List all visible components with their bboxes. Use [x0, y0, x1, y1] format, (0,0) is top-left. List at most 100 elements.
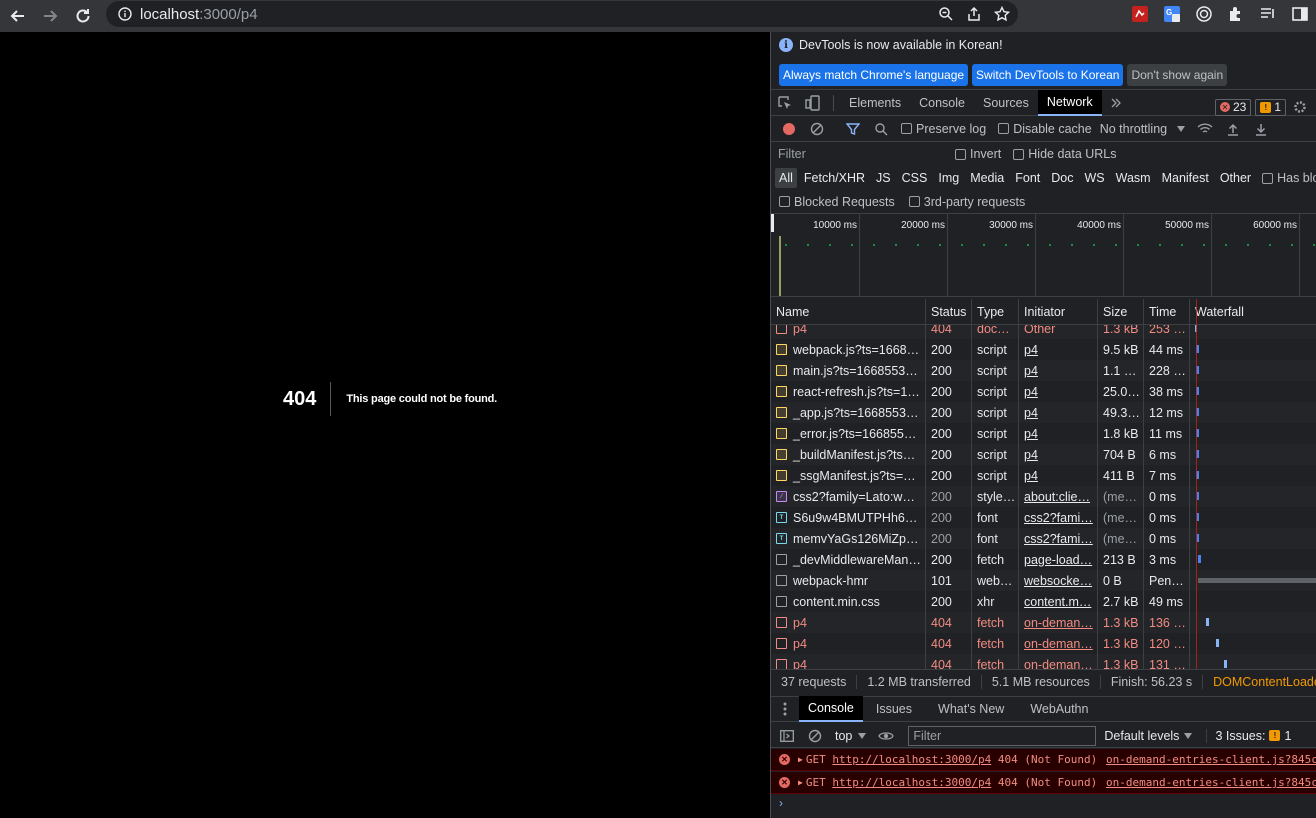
cell-name[interactable]: p4 — [771, 654, 926, 669]
cell-name[interactable]: content.min.css — [771, 591, 926, 612]
initiator-link[interactable]: p4 — [1024, 448, 1038, 462]
col-initiator[interactable]: Initiator — [1019, 299, 1098, 324]
cell-name[interactable]: _app.js?ts=1668553… — [771, 402, 926, 423]
cell-initiator[interactable]: on-deman… — [1019, 633, 1098, 654]
extension-1[interactable] — [1128, 2, 1152, 26]
table-row[interactable]: T S6u9w4BMUTPHh6… 200 font css2?fami… (me… 0 m… — [771, 507, 1316, 528]
initiator-link[interactable]: on-deman… — [1024, 637, 1093, 651]
initiator-link[interactable]: p4 — [1024, 385, 1038, 399]
checkbox-box[interactable] — [955, 148, 966, 160]
console-sidebar-button[interactable] — [773, 723, 801, 749]
console-filter-input[interactable]: Filter — [908, 725, 1097, 746]
checkbox-box[interactable] — [908, 196, 920, 207]
cell-initiator[interactable]: page-load… — [1019, 549, 1098, 570]
type-fetch-xhr[interactable]: Fetch/XHR — [800, 168, 869, 188]
bookmark-button[interactable] — [990, 2, 1014, 26]
checkbox-box[interactable] — [1013, 148, 1025, 160]
table-row[interactable]: p4 404 fetch on-deman… 1.3 kB 131 … — [771, 654, 1316, 669]
cell-initiator[interactable]: css2?fami… — [1019, 528, 1098, 549]
cell-name[interactable]: _error.js?ts=166855… — [771, 423, 926, 444]
forward-button[interactable] — [34, 0, 66, 32]
initiator-link[interactable]: on-deman… — [1024, 616, 1093, 630]
network-filter-input[interactable]: Filter — [773, 144, 941, 164]
expand-triangle-icon[interactable]: ▶ — [798, 755, 803, 764]
network-conditions-button[interactable] — [1191, 116, 1219, 142]
record-button[interactable] — [775, 116, 803, 142]
type-media[interactable]: Media — [966, 168, 1008, 188]
type-doc[interactable]: Doc — [1047, 168, 1077, 188]
drawer-tab-whats-new[interactable]: What's New — [925, 696, 1017, 722]
initiator-link[interactable]: on-deman… — [1024, 658, 1093, 670]
tab-console[interactable]: Console — [910, 90, 974, 116]
cell-name[interactable]: p4 — [771, 612, 926, 633]
col-size[interactable]: Size — [1098, 299, 1144, 324]
table-row[interactable]: TmemvYaGs126MiZp… 200 font css2?fami… (me… 0 … — [771, 528, 1316, 549]
warning-count-badge[interactable]: ! 1 — [1255, 98, 1287, 116]
col-time[interactable]: Time — [1144, 299, 1190, 324]
cell-initiator[interactable]: p4 — [1019, 360, 1098, 381]
cell-initiator[interactable]: p4 — [1019, 444, 1098, 465]
initiator-link[interactable]: p4 — [1024, 469, 1038, 483]
type-ws[interactable]: WS — [1080, 168, 1108, 188]
table-row[interactable]: main.js?ts=1668553… 200 script p4 1.1 … 228 … — [771, 360, 1316, 381]
cell-initiator[interactable]: p4 — [1019, 339, 1098, 360]
console-issues-button[interactable]: 3 Issues: ! 1 — [1206, 728, 1291, 743]
cell-name[interactable]: _buildManifest.js?ts… — [771, 444, 926, 465]
cell-initiator[interactable]: p4 — [1019, 381, 1098, 402]
drawer-tab-webauthn[interactable]: WebAuthn — [1017, 696, 1101, 722]
switch-korean-button[interactable]: Switch DevTools to Korean — [972, 64, 1124, 86]
console-error-message[interactable]: ✕ ▶ GET http://localhost:3000/p4 404 (No… — [771, 749, 1316, 771]
table-row[interactable]: p4 404 doc… Other 1.3 kB 253 … — [771, 325, 1316, 339]
table-row[interactable]: _error.js?ts=166855… 200 script p4 1.8 kB 11 … — [771, 423, 1316, 444]
type-all[interactable]: All — [775, 168, 797, 188]
more-tabs-button[interactable] — [1102, 90, 1130, 116]
console-clear-button[interactable] — [801, 723, 829, 749]
console-prompt[interactable]: › — [779, 796, 783, 810]
share-button[interactable] — [962, 2, 986, 26]
cell-name[interactable]: main.js?ts=1668553… — [771, 360, 926, 381]
cell-name[interactable]: ⁄ css2?family=Lato:w… — [771, 486, 926, 507]
inspect-element-button[interactable] — [771, 90, 799, 116]
cell-name[interactable]: webpack-hmr — [771, 570, 926, 591]
context-selector[interactable]: top — [835, 729, 867, 743]
import-har-button[interactable] — [1219, 116, 1247, 142]
hide-data-urls-checkbox[interactable]: Hide data URLs — [1013, 147, 1117, 161]
cell-initiator[interactable]: on-deman… — [1019, 612, 1098, 633]
zoom-button[interactable] — [934, 2, 958, 26]
table-row[interactable]: react-refresh.js?ts=1… 200 script p4 25.0… 38… — [771, 381, 1316, 402]
initiator-link[interactable]: content.m… — [1024, 595, 1091, 609]
initiator-link[interactable]: css2?fami… — [1024, 532, 1093, 546]
live-expression-button[interactable] — [872, 723, 900, 749]
has-blocked-cookies-checkbox[interactable]: Has block — [1262, 171, 1316, 185]
tab-elements[interactable]: Elements — [840, 90, 910, 116]
cell-name[interactable]: _ssgManifest.js?ts=… — [771, 465, 926, 486]
invert-checkbox[interactable]: Invert — [955, 147, 1001, 161]
cell-initiator[interactable]: content.m… — [1019, 591, 1098, 612]
log-url[interactable]: http://localhost:3000/p4 — [832, 776, 991, 789]
log-source-link[interactable]: on-demand-entries-client.js?845c — [1106, 753, 1316, 766]
initiator-link[interactable]: websocke… — [1024, 574, 1092, 588]
cell-name[interactable]: react-refresh.js?ts=1… — [771, 381, 926, 402]
translate-extension[interactable]: G — [1160, 2, 1184, 26]
search-button[interactable] — [867, 116, 895, 142]
cell-name[interactable]: _devMiddlewareMan… — [771, 549, 926, 570]
cell-name[interactable]: T S6u9w4BMUTPHh6… — [771, 507, 926, 528]
blocked-requests-checkbox[interactable]: Blocked Requests — [779, 195, 895, 209]
initiator-link[interactable]: p4 — [1024, 406, 1038, 420]
extensions-button[interactable] — [1224, 2, 1248, 26]
throttling-select[interactable]: No throttling — [1100, 122, 1186, 136]
cell-name[interactable]: p4 — [771, 325, 926, 339]
type-js[interactable]: JS — [872, 168, 895, 188]
table-row[interactable]: p4 404 fetch on-deman… 1.3 kB 136 … — [771, 612, 1316, 633]
table-row[interactable]: _buildManifest.js?ts… 200 script p4 704 B6 m… — [771, 444, 1316, 465]
type-other[interactable]: Other — [1216, 168, 1255, 188]
network-overview[interactable]: 10000 ms 20000 ms 30000 ms 40000 ms 5000… — [771, 214, 1316, 297]
cell-initiator[interactable]: on-deman… — [1019, 654, 1098, 669]
cell-name[interactable]: TmemvYaGs126MiZp… — [771, 528, 926, 549]
export-har-button[interactable] — [1247, 116, 1275, 142]
type-wasm[interactable]: Wasm — [1112, 168, 1155, 188]
table-row[interactable]: content.min.css 200 xhr content.m… 2.7 kB 49 … — [771, 591, 1316, 612]
address-bar[interactable]: localhost:3000/p4 — [106, 1, 1018, 27]
third-party-checkbox[interactable]: 3rd-party requests — [908, 195, 1025, 209]
table-row[interactable]: _ssgManifest.js?ts=… 200 script p4 411 B7 ms — [771, 465, 1316, 486]
